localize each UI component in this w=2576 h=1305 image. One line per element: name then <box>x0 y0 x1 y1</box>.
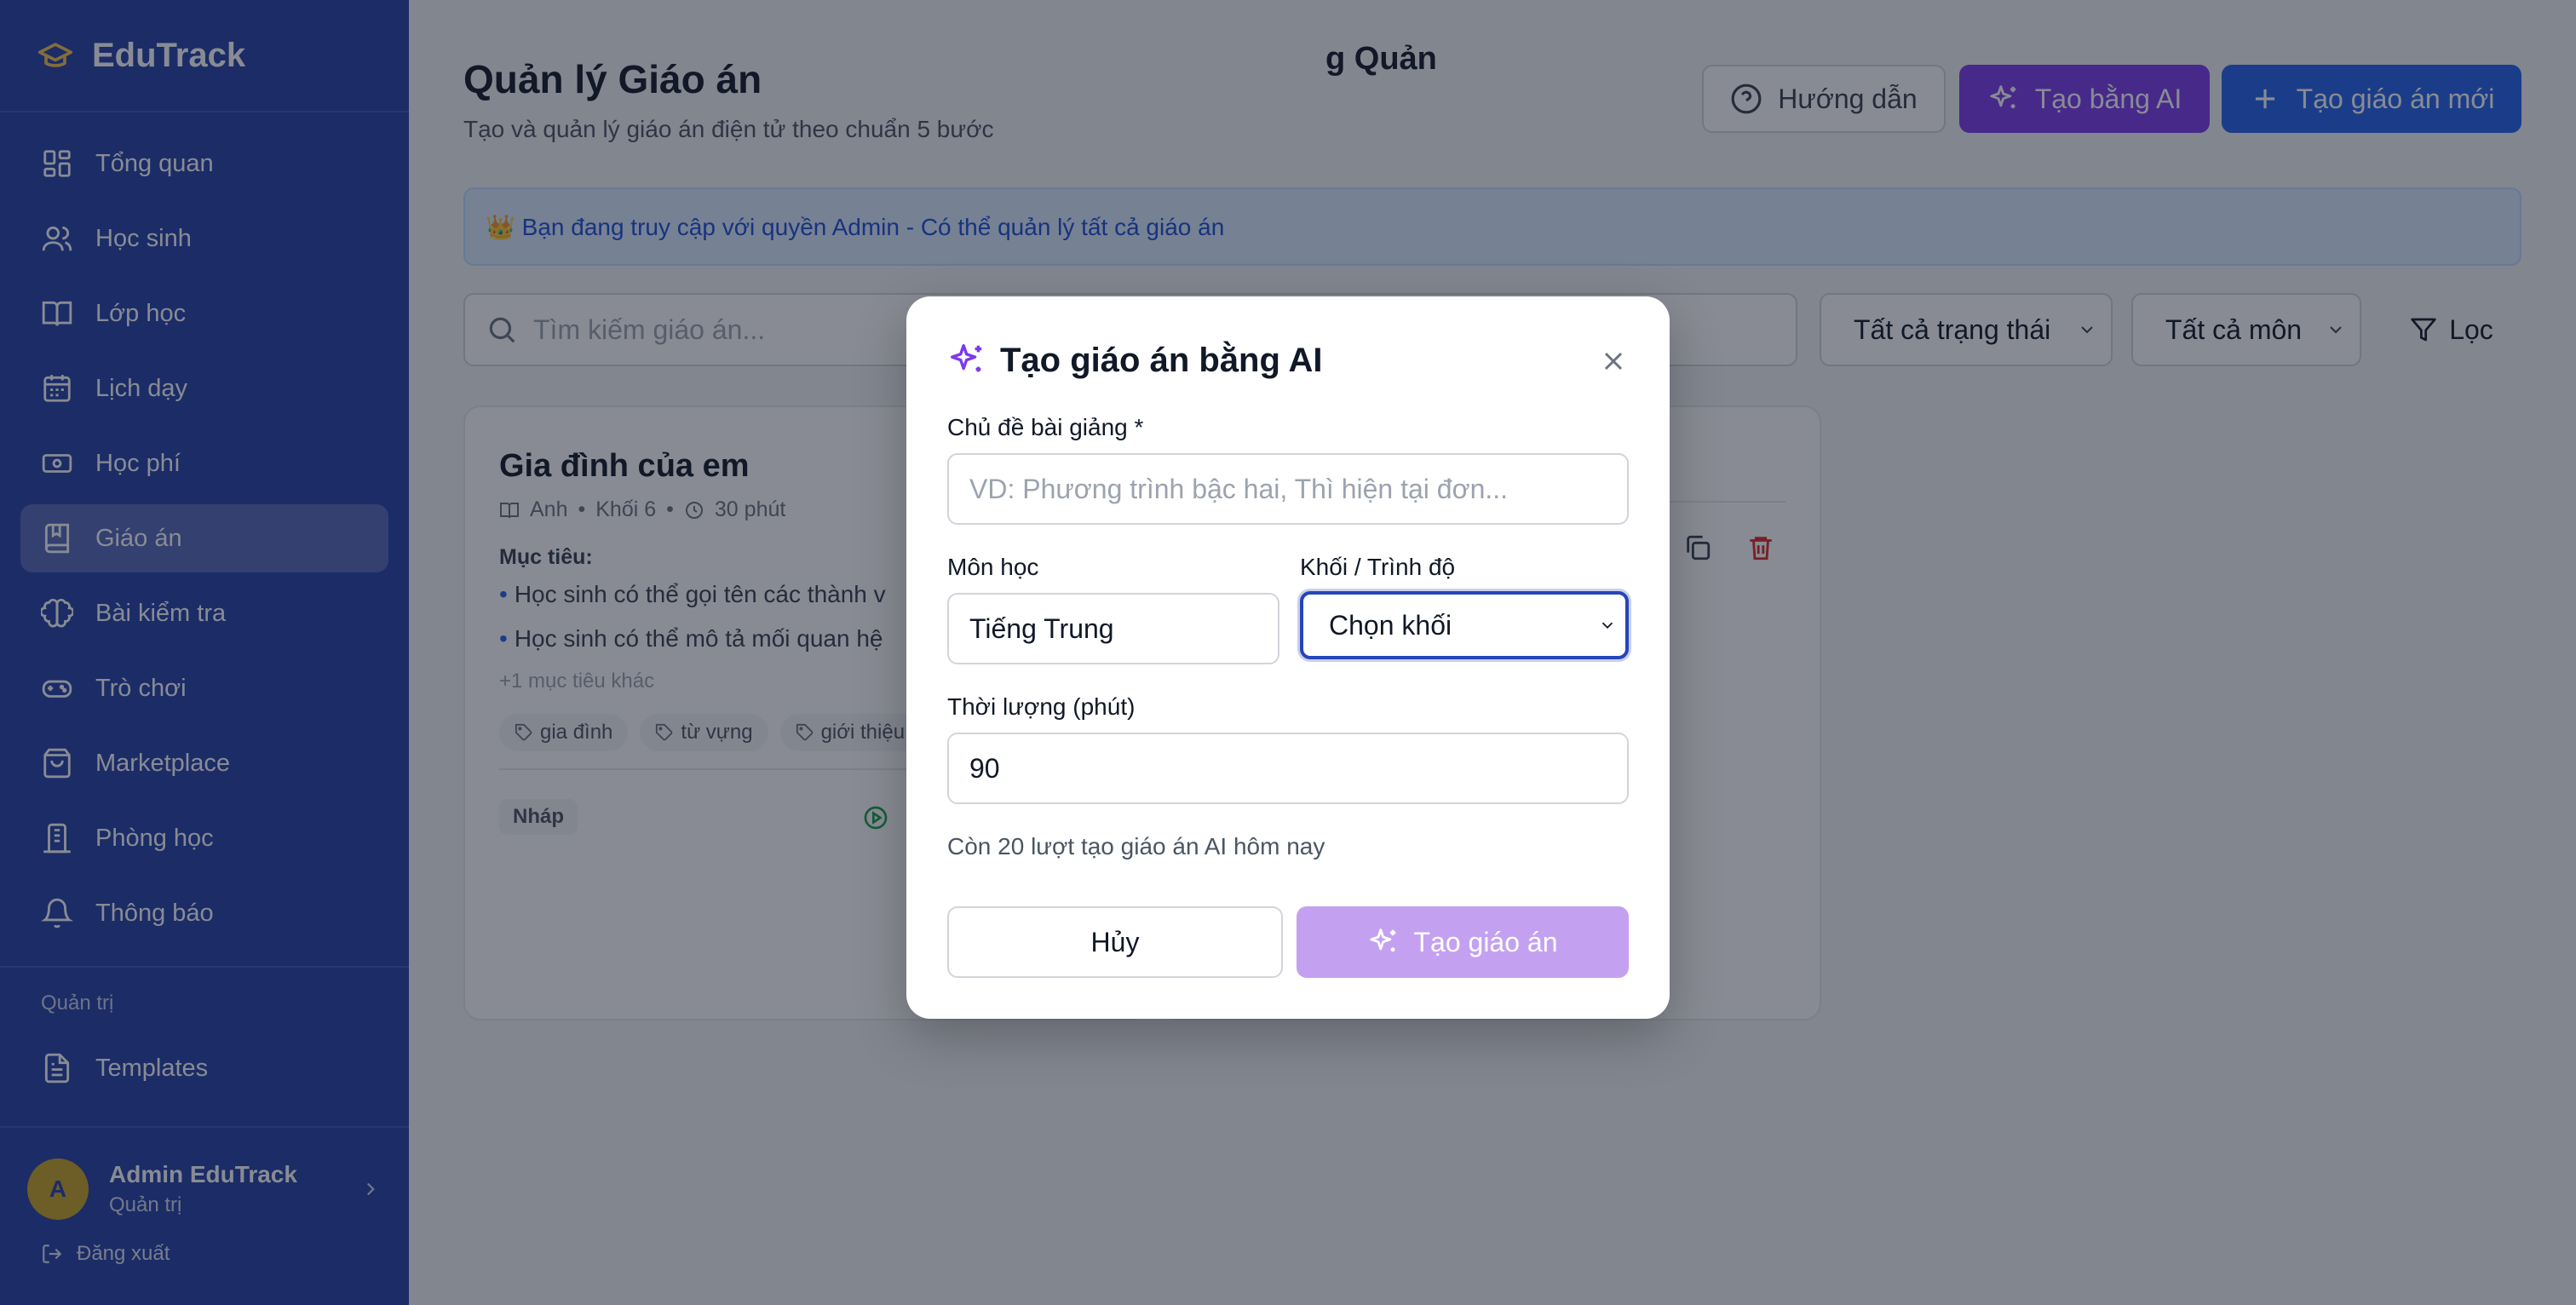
submit-button-label: Tạo giáo án <box>1413 926 1558 957</box>
chevron-down-icon <box>1598 616 1617 635</box>
subject-input[interactable] <box>947 593 1279 664</box>
create-lesson-plan-button[interactable]: Tạo giáo án <box>1297 906 1629 978</box>
close-icon <box>1598 346 1629 377</box>
topic-label: Chủ đề bài giảng * <box>947 414 1144 440</box>
ai-lesson-plan-dialog: Tạo giáo án bằng AI Chủ đề bài giảng * M… <box>906 296 1670 1019</box>
sparkles-icon <box>947 341 986 380</box>
grade-label: Khối / Trình độ <box>1300 554 1456 580</box>
close-button[interactable] <box>1595 342 1632 380</box>
topic-input[interactable] <box>947 453 1629 525</box>
sparkles-icon <box>1367 926 1400 958</box>
duration-input[interactable] <box>947 733 1629 804</box>
duration-label: Thời lượng (phút) <box>947 693 1136 720</box>
dialog-header: Tạo giáo án bằng AI <box>947 341 1323 380</box>
grade-select[interactable]: Chọn khối <box>1300 591 1629 659</box>
dialog-title: Tạo giáo án bằng AI <box>1000 341 1323 379</box>
grade-select-value: Chọn khối <box>1329 609 1452 641</box>
ai-quota-note: Còn 20 lượt tạo giáo án AI hôm nay <box>947 833 1325 859</box>
cancel-button[interactable]: Hủy <box>947 906 1283 978</box>
subject-label: Môn học <box>947 554 1039 580</box>
